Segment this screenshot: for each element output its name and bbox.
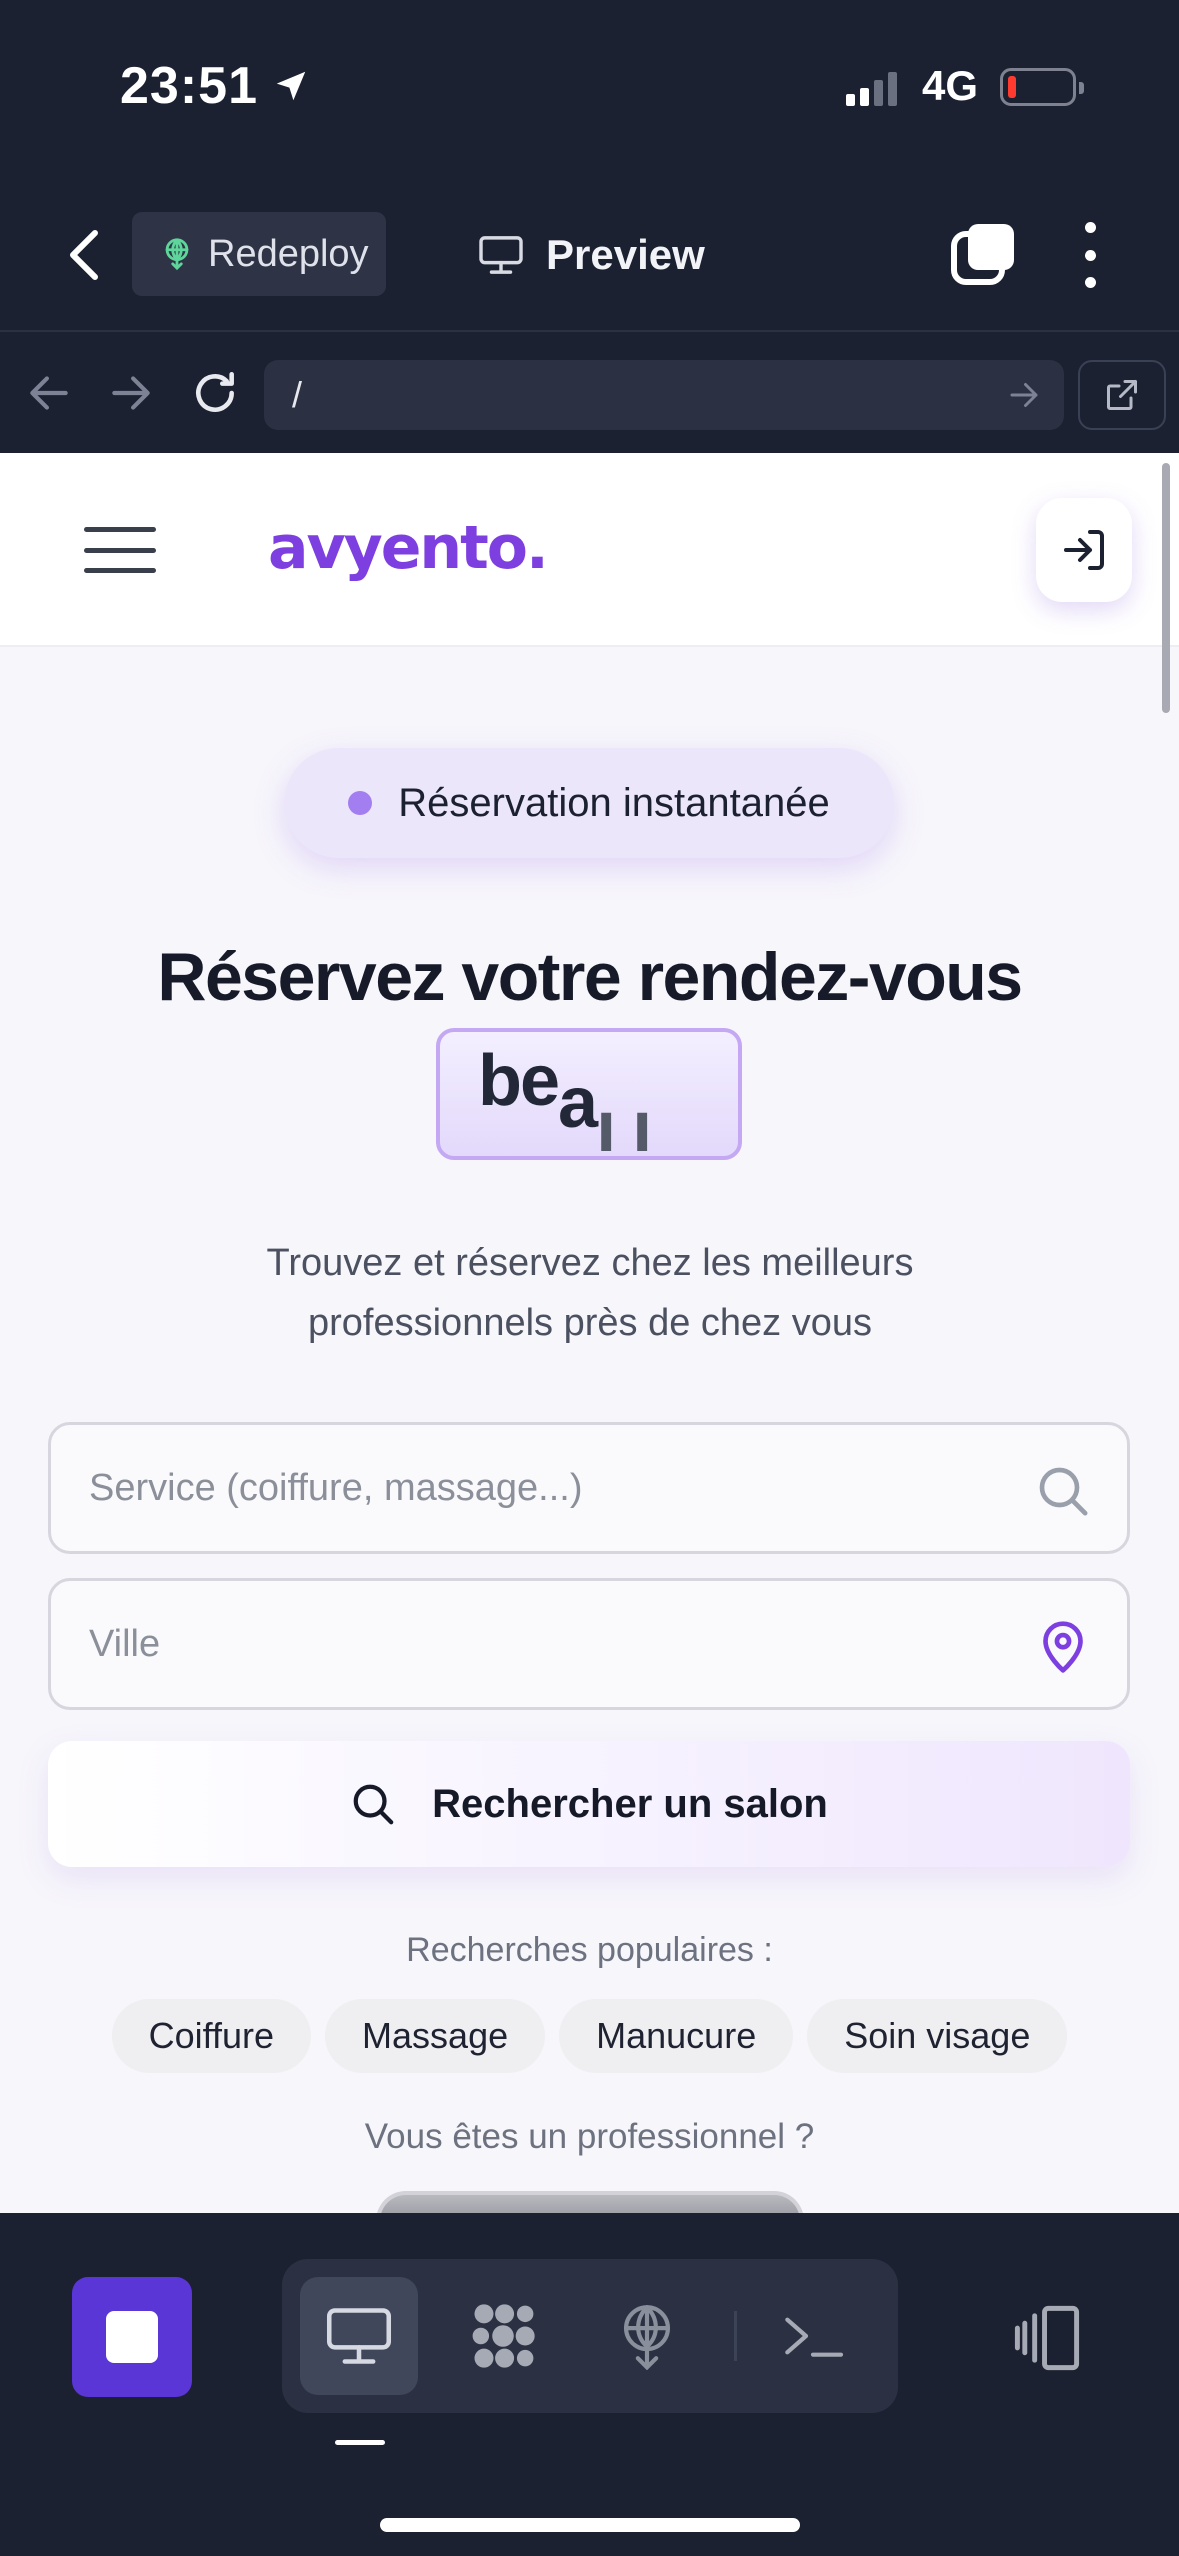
professional-prompt: Vous êtes un professionnel ? bbox=[364, 2117, 815, 2156]
instant-booking-badge: Réservation instantanée bbox=[284, 748, 894, 858]
url-input[interactable]: / bbox=[264, 360, 1064, 430]
redeploy-label: Redeploy bbox=[208, 232, 369, 275]
url-bar: / bbox=[0, 330, 1179, 453]
login-button[interactable] bbox=[1036, 498, 1132, 602]
sign-in-icon bbox=[1064, 530, 1104, 570]
divider bbox=[734, 2311, 737, 2361]
preview-tab[interactable]: Preview bbox=[478, 220, 705, 290]
hero-subtitle: Trouvez et réservez chez les meilleurs p… bbox=[140, 1233, 1040, 1353]
service-input[interactable] bbox=[51, 1425, 951, 1551]
battery-icon bbox=[1000, 68, 1084, 106]
deploy-icon bbox=[165, 238, 189, 271]
bottom-bar bbox=[0, 2213, 1179, 2556]
network-type: 4G bbox=[922, 62, 979, 109]
service-field bbox=[48, 1422, 1130, 1554]
status-bar: 23:51 4G bbox=[0, 0, 1179, 180]
chip-manucure[interactable]: Manucure bbox=[559, 1999, 794, 2073]
go-arrow-icon[interactable] bbox=[1006, 377, 1042, 413]
tab-apps[interactable] bbox=[444, 2277, 562, 2395]
map-pin-icon bbox=[1043, 1621, 1083, 1673]
deploy-icon bbox=[623, 2305, 671, 2370]
professional-button[interactable] bbox=[376, 2191, 804, 2213]
badge-label: Réservation instantanée bbox=[398, 780, 830, 825]
chip-massage[interactable]: Massage bbox=[325, 1999, 546, 2073]
responsive-devices-icon[interactable] bbox=[1010, 2301, 1084, 2375]
home-indicator bbox=[380, 2518, 800, 2532]
search-salon-button[interactable]: Rechercher un salon bbox=[48, 1741, 1130, 1867]
search-icon bbox=[353, 1784, 394, 1825]
tab-terminal[interactable] bbox=[754, 2277, 872, 2395]
typed-rest: ı ı bbox=[596, 1087, 652, 1160]
popular-chips: Coiffure Massage Manucure Soin visage bbox=[0, 1999, 1179, 2073]
time-text: 23:51 bbox=[120, 57, 258, 115]
chip-coiffure[interactable]: Coiffure bbox=[111, 1999, 312, 2073]
search-button-label: Rechercher un salon bbox=[432, 1781, 828, 1826]
logo[interactable]: avyento. bbox=[268, 513, 549, 583]
scrollbar[interactable] bbox=[1162, 463, 1170, 713]
arrow-back-icon[interactable] bbox=[24, 368, 74, 418]
more-options-icon[interactable] bbox=[1080, 222, 1100, 288]
typed-word: beaı ı bbox=[478, 1040, 652, 1156]
city-field bbox=[48, 1578, 1130, 1710]
status-time: 23:51 bbox=[120, 56, 310, 116]
typed-letter: a bbox=[558, 1063, 598, 1143]
stop-icon bbox=[106, 2311, 158, 2363]
menu-icon[interactable] bbox=[84, 527, 156, 573]
app-toolbar: Redeploy Preview bbox=[0, 180, 1179, 330]
back-chevron-icon[interactable] bbox=[60, 225, 110, 285]
url-text: / bbox=[292, 374, 303, 415]
open-external-button[interactable] bbox=[1078, 360, 1166, 430]
reload-icon[interactable] bbox=[190, 368, 240, 418]
view-switcher bbox=[282, 2259, 898, 2413]
badge-dot bbox=[348, 791, 373, 815]
arrow-forward-icon[interactable] bbox=[106, 368, 156, 418]
tab-deploy[interactable] bbox=[588, 2277, 706, 2395]
site-header: avyento. bbox=[0, 453, 1179, 647]
typed-main: be bbox=[478, 1041, 560, 1121]
monitor-icon bbox=[479, 236, 523, 274]
hero-title: Réservez votre rendez-vous bbox=[157, 939, 1023, 1015]
search-icon bbox=[1039, 1467, 1088, 1516]
monitor-icon bbox=[326, 2308, 392, 2364]
popular-searches-label: Recherches populaires : bbox=[406, 1931, 773, 1969]
tabs-icon[interactable] bbox=[950, 222, 1016, 288]
web-preview: avyento. Réservation instantanée Réserve… bbox=[0, 453, 1179, 2213]
apps-icon bbox=[472, 2304, 535, 2368]
cellular-signal-icon bbox=[846, 70, 897, 106]
subtitle-line-1: Trouvez et réservez chez les meilleurs bbox=[266, 1242, 914, 1284]
redeploy-button[interactable]: Redeploy bbox=[132, 212, 386, 296]
subtitle-line-2: professionnels près de chez vous bbox=[308, 1302, 872, 1344]
stop-button[interactable] bbox=[72, 2277, 192, 2397]
preview-label: Preview bbox=[546, 231, 705, 278]
chip-soin-visage[interactable]: Soin visage bbox=[807, 1999, 1068, 2073]
location-arrow-icon bbox=[276, 71, 306, 101]
terminal-icon bbox=[785, 2317, 844, 2357]
typed-word-box: beaı ı bbox=[436, 1028, 742, 1160]
tab-preview[interactable] bbox=[300, 2277, 418, 2395]
active-tab-indicator bbox=[335, 2440, 385, 2445]
city-input[interactable] bbox=[51, 1581, 951, 1707]
external-link-icon bbox=[1107, 380, 1137, 410]
